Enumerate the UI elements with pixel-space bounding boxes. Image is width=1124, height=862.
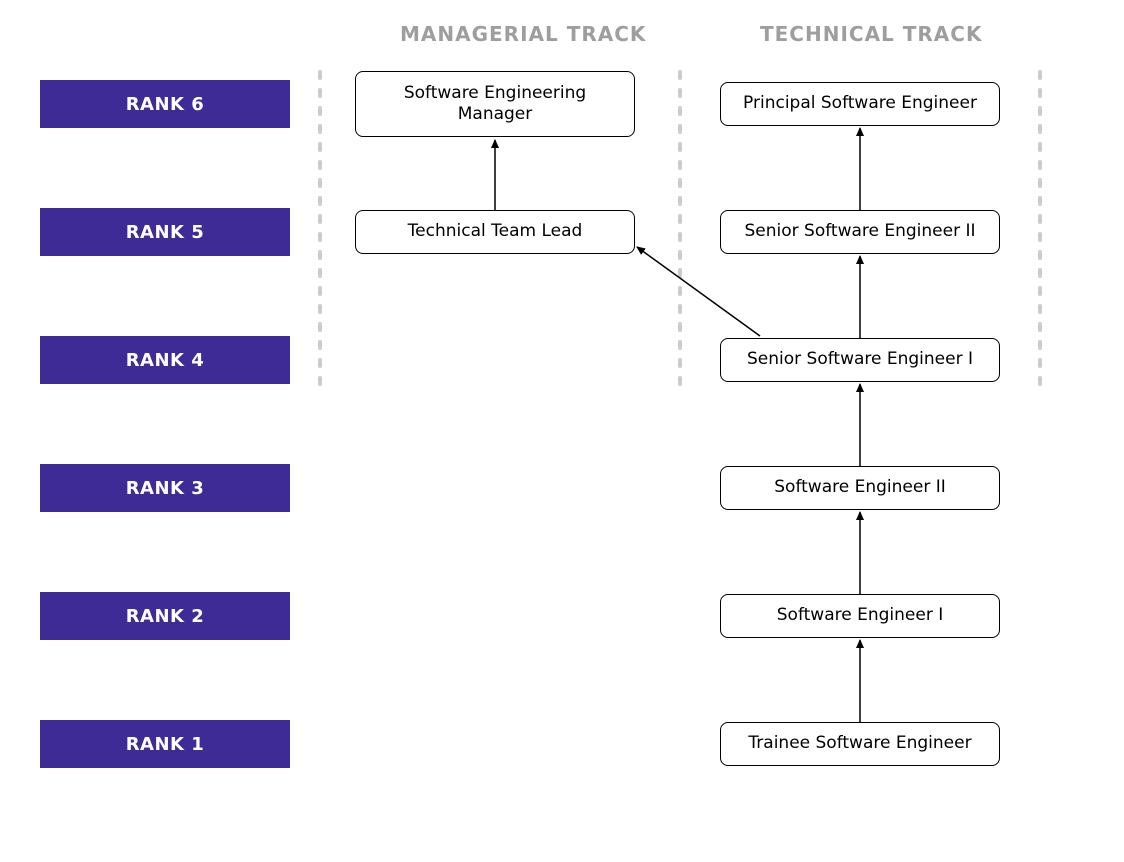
rank-2-box: RANK 2 xyxy=(40,592,290,640)
rank-3-box: RANK 3 xyxy=(40,464,290,512)
role-principal-software-engineer: Principal Software Engineer xyxy=(720,82,1000,126)
role-senior-software-engineer-1: Senior Software Engineer I xyxy=(720,338,1000,382)
rank-6-box: RANK 6 xyxy=(40,80,290,128)
role-software-engineer-2: Software Engineer II xyxy=(720,466,1000,510)
career-ladder-diagram: MANAGERIAL TRACK TECHNICAL TRACK RANK 6 … xyxy=(0,0,1124,862)
rank-1-box: RANK 1 xyxy=(40,720,290,768)
rank-5-box: RANK 5 xyxy=(40,208,290,256)
arrow-sse1-to-ttl xyxy=(637,247,760,336)
role-technical-team-lead: Technical Team Lead xyxy=(355,210,635,254)
role-senior-software-engineer-2: Senior Software Engineer II xyxy=(720,210,1000,254)
managerial-track-header: MANAGERIAL TRACK xyxy=(400,22,646,46)
rank-4-box: RANK 4 xyxy=(40,336,290,384)
role-software-engineering-manager: Software Engineering Manager xyxy=(355,71,635,137)
role-software-engineer-1: Software Engineer I xyxy=(720,594,1000,638)
role-trainee-software-engineer: Trainee Software Engineer xyxy=(720,722,1000,766)
technical-track-header: TECHNICAL TRACK xyxy=(760,22,982,46)
